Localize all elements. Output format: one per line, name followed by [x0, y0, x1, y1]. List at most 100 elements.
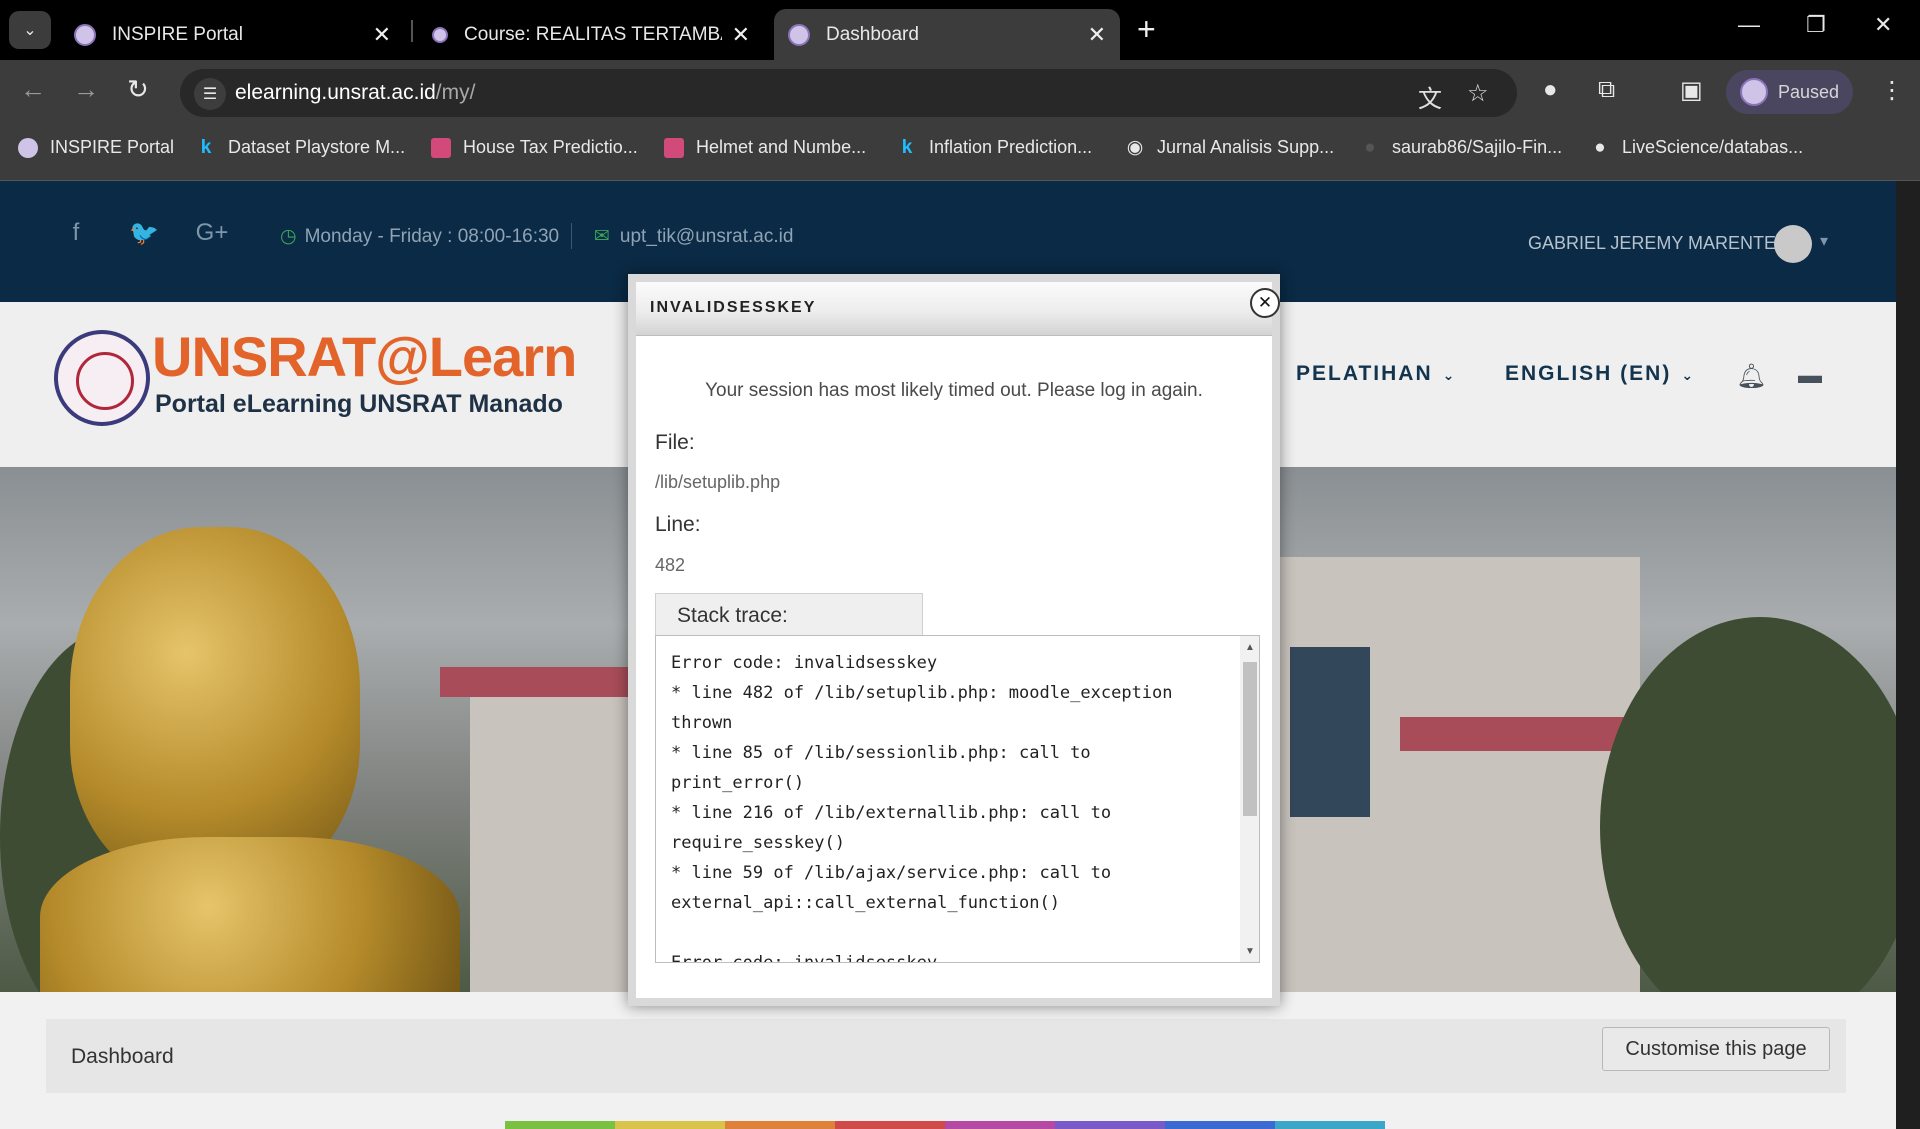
hero-roof [440, 667, 660, 697]
back-button[interactable]: ← [20, 74, 46, 105]
stack-trace-label: Stack trace: [655, 593, 923, 639]
university-seal-logo[interactable] [54, 330, 150, 426]
tab-course[interactable]: Course: REALITAS TERTAMBAH DAN REALITAS … [418, 9, 764, 60]
close-icon[interactable]: ✕ [732, 22, 750, 48]
tab-favicon-icon [788, 23, 810, 46]
bookmark-label: saurab86/Sajilo-Fin... [1392, 137, 1563, 157]
nav-language[interactable]: ENGLISH (EN) ⌄ [1505, 362, 1695, 386]
tab-title: Dashboard [826, 23, 919, 45]
color-stripe [1165, 1121, 1275, 1129]
bookmark-item[interactable]: Helmet and Numbe... [664, 137, 866, 158]
kaggle-icon: k [901, 136, 913, 158]
scrollbar-thumb[interactable] [1243, 662, 1257, 816]
forward-button[interactable]: → [73, 74, 99, 105]
tab-favicon-icon [74, 23, 96, 46]
close-icon[interactable]: ✕ [1250, 288, 1280, 318]
new-tab-button[interactable]: + [1137, 12, 1156, 46]
profile-button[interactable]: Paused [1726, 70, 1853, 114]
bookmark-item[interactable]: ● LiveScience/databas... [1590, 137, 1803, 158]
color-stripe [1055, 1121, 1165, 1129]
message-icon[interactable]: ▬ [1798, 362, 1822, 390]
tab-separator [411, 20, 413, 42]
close-icon[interactable]: ✕ [1088, 22, 1106, 48]
site-logo-title[interactable]: UNSRAT@Learn [152, 324, 577, 389]
bookmark-item[interactable]: ● saurab86/Sajilo-Fin... [1360, 137, 1562, 158]
profile-status: Paused [1778, 81, 1840, 102]
tab-title: INSPIRE Portal [112, 23, 243, 45]
bookmark-star-icon[interactable]: ☆ [1467, 79, 1489, 108]
nav-label: ENGLISH (EN) [1505, 362, 1672, 385]
github-icon: ● [1364, 136, 1376, 158]
url-path: /my/ [435, 81, 476, 104]
stack-trace-box[interactable]: Error code: invalidsesskey * line 482 of… [655, 635, 1260, 963]
nav-pelatihan[interactable]: PELATIHAN ⌄ [1296, 362, 1456, 386]
hero-tree [1600, 617, 1896, 992]
browser-toolbar: ← → ↻ ☰ elearning.unsrat.ac.id/my/ 文 ☆ ●… [0, 60, 1920, 123]
dialog-title: INVALIDSESSKEY [650, 299, 817, 316]
tab-dashboard[interactable]: Dashboard ✕ [774, 9, 1120, 60]
breadcrumb-dashboard[interactable]: Dashboard [71, 1045, 174, 1069]
bell-icon[interactable]: 🔔︎ [1736, 362, 1766, 391]
breadcrumb: Dashboard Customise this page [46, 1019, 1846, 1093]
stack-trace-text: Error code: invalidsesskey * line 482 of… [671, 653, 1173, 963]
error-dialog: INVALIDSESSKEY ✕ Your session has most l… [628, 274, 1280, 1006]
tab-search-button[interactable]: ⌄ [9, 11, 51, 49]
color-stripe [835, 1121, 945, 1129]
stack-trace-scrollbar[interactable]: ▲ ▼ [1240, 636, 1259, 962]
error-message: Your session has most likely timed out. … [705, 380, 1203, 401]
user-menu-name[interactable]: GABRIEL JEREMY MARENTEK [1528, 233, 1788, 254]
tab-inspire-portal[interactable]: INSPIRE Portal ✕ [60, 9, 405, 60]
url-host: elearning.unsrat.ac.id [235, 81, 436, 104]
bookmark-item[interactable]: ◉ Jurnal Analisis Supp... [1125, 137, 1334, 158]
page-scrollbar[interactable] [1896, 181, 1920, 1129]
window-close-icon[interactable]: ✕ [1874, 12, 1892, 38]
bookmark-item[interactable]: k Inflation Prediction... [897, 137, 1092, 158]
side-panel-icon[interactable]: ▣ [1680, 76, 1703, 105]
dialog-header: INVALIDSESSKEY [636, 282, 1272, 336]
address-bar[interactable]: ☰ elearning.unsrat.ac.id/my/ 文 ☆ [180, 69, 1517, 117]
contact-email-text: upt_tik@unsrat.ac.id [619, 226, 794, 247]
hero-window [1290, 647, 1370, 817]
hero-statue [70, 527, 360, 887]
site-info-icon[interactable]: ☰ [194, 78, 226, 110]
close-icon[interactable]: ✕ [373, 22, 391, 48]
hero-building [1220, 557, 1640, 992]
restore-icon[interactable]: ❐ [1806, 12, 1826, 38]
bookmark-label: INSPIRE Portal [50, 137, 175, 157]
bookmark-label: Dataset Playstore M... [228, 137, 406, 157]
site-logo-subtitle: Portal eLearning UNSRAT Manado [155, 390, 563, 418]
minimize-icon[interactable]: — [1738, 12, 1760, 38]
globe-icon: ◉ [1126, 137, 1144, 158]
bookmark-item[interactable]: k Dataset Playstore M... [196, 137, 405, 158]
scroll-up-icon[interactable]: ▲ [1245, 642, 1255, 653]
translate-icon[interactable]: 文 [1418, 79, 1442, 114]
kebab-menu-icon[interactable]: ⋮ [1880, 76, 1904, 105]
hero-statue [40, 837, 460, 992]
url-text[interactable]: elearning.unsrat.ac.id/my/ [235, 81, 475, 105]
caret-down-icon[interactable]: ▾ [1820, 231, 1828, 251]
google-plus-icon[interactable]: G+ [192, 219, 232, 259]
bookmark-label: Helmet and Numbe... [696, 137, 867, 157]
envelope-icon: ✉ [594, 226, 610, 247]
avatar[interactable] [1774, 225, 1812, 263]
clock-icon: ◷ [280, 226, 297, 247]
facebook-icon[interactable]: f [56, 219, 96, 259]
tab-favicon-icon [432, 26, 448, 43]
nav-label: PELATIHAN [1296, 362, 1433, 385]
extension-icon[interactable]: ● [1543, 76, 1558, 104]
customise-page-button[interactable]: Customise this page [1602, 1027, 1830, 1071]
color-stripe [725, 1121, 835, 1129]
profile-avatar [1740, 78, 1768, 106]
twitter-icon[interactable]: 🐦 [124, 219, 164, 259]
scroll-down-icon[interactable]: ▼ [1245, 946, 1255, 957]
extensions-puzzle-icon[interactable]: ⧉ [1598, 76, 1615, 104]
bookmark-favicon-icon [431, 137, 451, 158]
bookmarks-bar: INSPIRE Portal k Dataset Playstore M... H… [0, 123, 1920, 181]
bookmark-item[interactable]: House Tax Predictio... [431, 137, 638, 158]
reload-button[interactable]: ↻ [127, 74, 149, 105]
bookmark-label: LiveScience/databas... [1622, 137, 1804, 157]
line-value: 482 [655, 555, 686, 575]
chevron-down-icon: ⌄ [1681, 367, 1696, 383]
color-stripe [505, 1121, 615, 1129]
bookmark-item[interactable]: INSPIRE Portal [18, 137, 174, 158]
